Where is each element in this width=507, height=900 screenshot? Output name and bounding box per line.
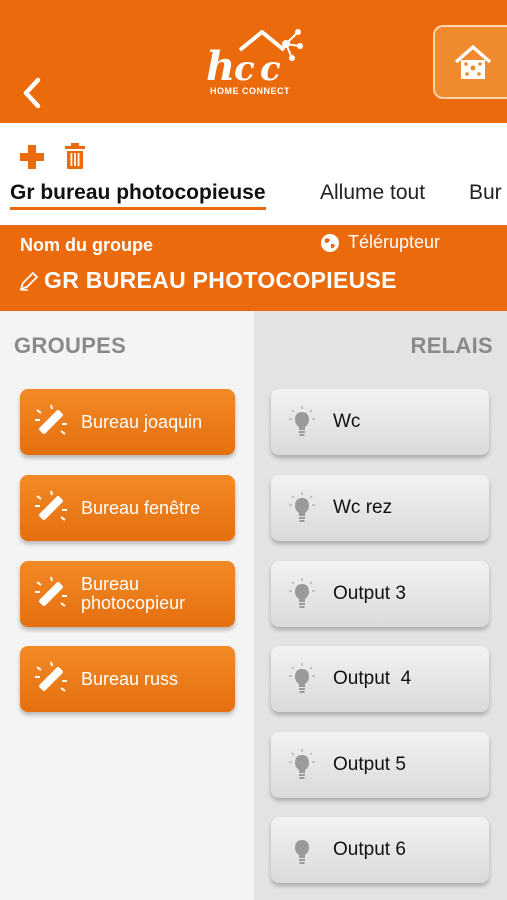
relay-item[interactable]: Output 4 (271, 646, 489, 712)
group-item[interactable]: Bureau fenêtre (20, 475, 235, 541)
add-button[interactable] (18, 143, 46, 171)
group-item[interactable]: Bureau joaquin (20, 389, 235, 455)
smart-home-icon (454, 45, 492, 79)
light-tube-icon (35, 490, 67, 521)
relay-item[interactable]: Wc rez (271, 475, 489, 541)
chevron-left-icon (23, 77, 41, 109)
trash-icon (65, 143, 85, 169)
relay-item[interactable]: Output 6 (271, 817, 489, 883)
light-tube-icon (35, 404, 67, 435)
app-header: h c c HOME CONNECT (0, 0, 507, 123)
svg-text:c: c (260, 49, 281, 89)
mode-label: Télérupteur (348, 232, 441, 252)
globe-icon (321, 233, 339, 252)
light-tube-icon (35, 661, 67, 692)
back-button[interactable] (18, 76, 50, 110)
toolbar: Gr bureau photocopieuse Allume tout Bur (0, 123, 507, 225)
group-name-label: Nom du groupe (20, 235, 153, 255)
group-name-field[interactable]: GR BUREAU PHOTOCOPIEUSE (18, 267, 397, 294)
relay-item[interactable]: Output 5 (271, 732, 489, 798)
light-bulb-icon (289, 406, 315, 436)
groups-column: GROUPES Bureau joaquin Bureau fenêtre Bu… (0, 311, 254, 900)
home-button[interactable] (433, 25, 507, 99)
plus-icon (20, 145, 44, 169)
group-item-label: Bureau joaquin (81, 411, 203, 432)
light-bulb-icon (289, 663, 315, 693)
relay-item[interactable]: Output 3 (271, 561, 489, 627)
pencil-icon (19, 271, 39, 291)
tab-gr-bureau-photocopieuse[interactable]: Gr bureau photocopieuse (10, 181, 266, 210)
group-item[interactable]: Bureau russ (20, 646, 235, 712)
relay-item-label: Output 5 (333, 754, 406, 775)
relay-item-label: Wc rez (333, 497, 393, 518)
mode-selector[interactable]: Télérupteur (320, 232, 440, 253)
relays-column: RELAIS Wc Wc rez Output 3 Output 4 Outpu… (254, 311, 507, 900)
tab-allume-tout[interactable]: Allume tout (320, 181, 425, 205)
group-name-value: GR BUREAU PHOTOCOPIEUSE (44, 267, 397, 293)
relay-item-label: Output 3 (333, 583, 406, 604)
relay-item-label: Wc (333, 411, 361, 432)
relay-item[interactable]: Wc (271, 389, 489, 455)
light-bulb-icon (289, 578, 315, 608)
relays-title: RELAIS (410, 333, 493, 358)
group-item-label: Bureau russ (81, 668, 179, 689)
group-tabs: Gr bureau photocopieuse Allume tout Bur (0, 181, 507, 215)
group-item-label: Bureau fenêtre (81, 497, 201, 518)
groups-title: GROUPES (14, 333, 127, 358)
relay-item-label: Output 6 (333, 839, 406, 860)
tab-bur[interactable]: Bur (469, 181, 502, 205)
light-bulb-icon (289, 749, 315, 779)
svg-text:c: c (234, 49, 255, 89)
group-banner: Nom du groupe Télérupteur GR BUREAU PHOT… (0, 225, 507, 311)
group-item[interactable]: Bureau photocopieur (20, 561, 235, 627)
relay-item-label: Output 4 (333, 668, 412, 689)
group-item-label: Bureau photocopieur (81, 574, 186, 613)
light-tube-icon (35, 576, 67, 607)
svg-text:h: h (206, 43, 235, 90)
light-bulb-icon (295, 840, 309, 864)
delete-button[interactable] (63, 141, 87, 171)
logo-caption: HOME CONNECT (210, 86, 290, 96)
light-bulb-icon (289, 492, 315, 522)
